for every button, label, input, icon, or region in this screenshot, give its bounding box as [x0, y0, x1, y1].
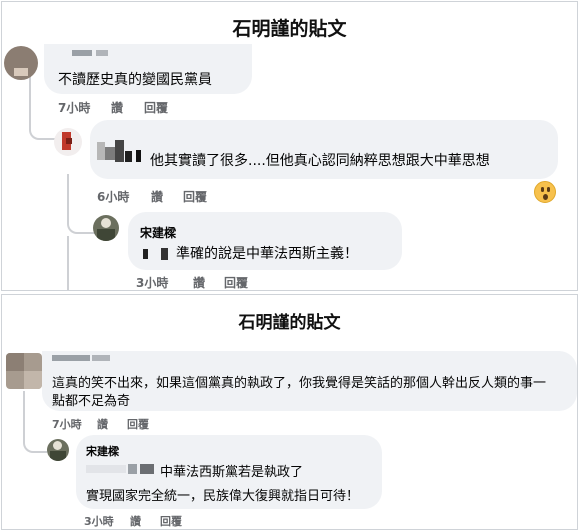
author-name[interactable]: 宋建樑 [86, 443, 119, 459]
comment-bubble: 這真的笑不出來，如果這個黨真的執政了，你我覺得是笑話的那個人幹出反人類的事一 點… [42, 351, 577, 411]
like-button[interactable]: 讚 [111, 99, 123, 116]
screenshot-panel-top: 石明謹的貼文 不讀歷史真的變國民黨員 7小時 讚 回覆 他其實讀了很多....但… [1, 1, 578, 291]
comment-text: 不讀歷史真的變國民黨員 [58, 72, 212, 88]
thread-line [67, 236, 69, 290]
avatar[interactable] [54, 128, 82, 156]
comment-text-line: 實現國家完全統一，民族偉大復興就指日可待！ [86, 489, 360, 504]
comment-text-line: 中華法西斯黨若是執政了 [160, 465, 304, 480]
screenshot-panel-bottom: 石明謹的貼文 這真的笑不出來，如果這個黨真的執政了，你我覺得是笑話的那個人幹出反… [1, 294, 578, 530]
comment-timestamp[interactable]: 3小時 [84, 513, 114, 529]
reply-button[interactable]: 回覆 [183, 188, 207, 205]
wow-emoji-icon[interactable] [534, 181, 556, 203]
like-button[interactable]: 讚 [97, 416, 108, 432]
comment-text-line: 這真的笑不出來，如果這個黨真的執政了，你我覺得是笑話的那個人幹出反人類的事一 [52, 376, 547, 391]
comment-timestamp[interactable]: 7小時 [58, 99, 90, 116]
reply-button[interactable]: 回覆 [144, 99, 168, 116]
author-name[interactable]: 宋建樑 [140, 224, 176, 241]
comment-bubble: 他其實讀了很多....但他真心認同納粹思想跟大中華思想 [90, 120, 558, 179]
comment-timestamp[interactable]: 6小時 [97, 188, 129, 205]
avatar[interactable] [6, 353, 42, 389]
comment-text-line: 點都不足為奇 [52, 394, 131, 409]
comment-text: 準確的說是中華法西斯主義！ [176, 246, 358, 262]
comment-bubble: 宋建樑 準確的說是中華法西斯主義！ [128, 212, 402, 270]
reply-button[interactable]: 回覆 [127, 416, 149, 432]
avatar[interactable] [93, 215, 119, 241]
comment-text: 他其實讀了很多....但他真心認同納粹思想跟大中華思想 [150, 153, 490, 169]
comment-bubble: 宋建樑 中華法西斯黨若是執政了 實現國家完全統一，民族偉大復興就指日可待！ [76, 435, 382, 509]
reply-button[interactable]: 回覆 [224, 274, 248, 290]
reply-button[interactable]: 回覆 [160, 513, 182, 529]
like-button[interactable]: 讚 [151, 188, 163, 205]
post-title: 石明謹的貼文 [232, 18, 347, 40]
comment-timestamp[interactable]: 7小時 [52, 416, 82, 432]
comment-timestamp[interactable]: 3小時 [136, 274, 168, 290]
avatar[interactable] [47, 439, 69, 461]
avatar[interactable] [4, 46, 38, 80]
like-button[interactable]: 讚 [193, 274, 205, 290]
comment-bubble: 不讀歷史真的變國民黨員 [44, 44, 252, 94]
post-title: 石明謹的貼文 [238, 313, 341, 333]
like-button[interactable]: 讚 [130, 513, 141, 529]
